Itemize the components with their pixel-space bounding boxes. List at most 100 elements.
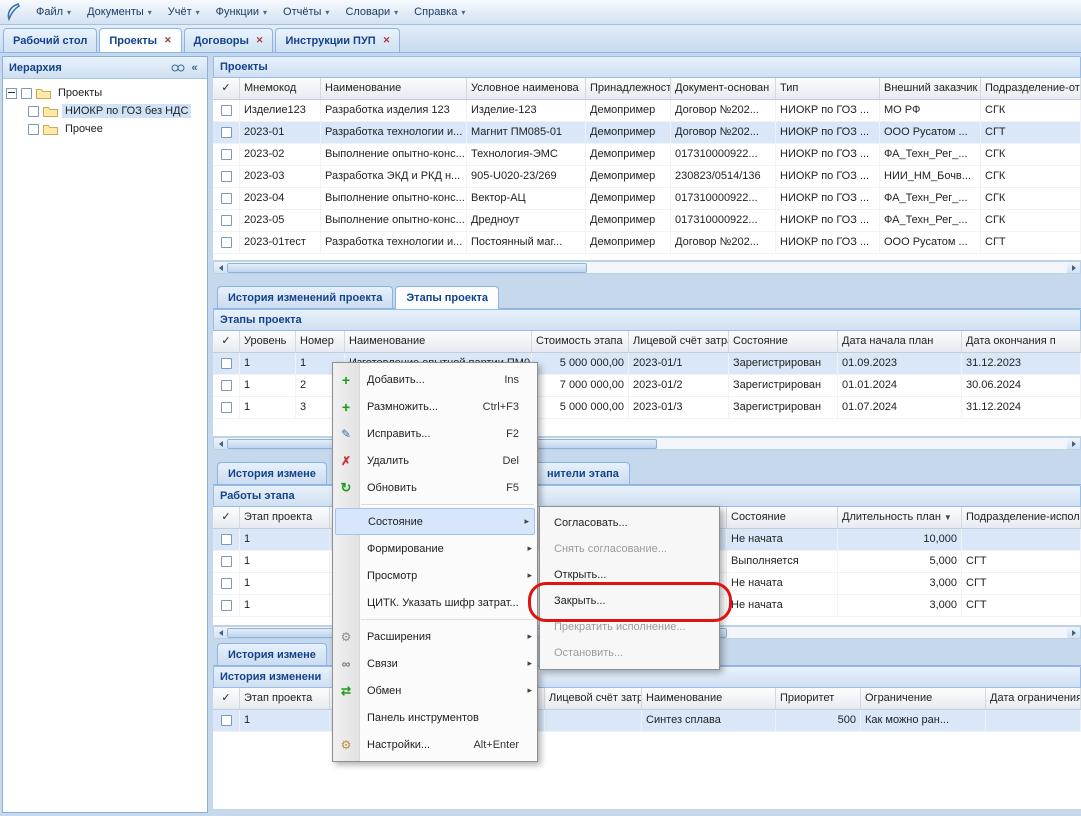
tree-node-niokr[interactable]: НИОКР по ГОЗ без НДС	[6, 102, 204, 120]
menu-item-extensions[interactable]: Расширения▸	[333, 623, 537, 650]
row-checkbox[interactable]	[221, 193, 232, 204]
menu-item-citk-cost-code[interactable]: ЦИТК. Указать шифр затрат...	[333, 589, 537, 616]
row-checkbox[interactable]	[221, 556, 232, 567]
table-row[interactable]: 2023-03Разработка ЭКД и РКД н...905-U020…	[213, 166, 1081, 188]
tab-desktop[interactable]: Рабочий стол	[3, 28, 97, 52]
collapse-panel-icon[interactable]: «	[186, 60, 203, 76]
menu-item-formation[interactable]: Формирование▸	[333, 535, 537, 562]
tab-stage-performers-partial[interactable]: нители этапа	[537, 462, 630, 484]
menu-functions[interactable]: Функции▾	[208, 2, 275, 22]
column-header[interactable]: Этап проекта	[240, 688, 330, 709]
scrollbar-thumb[interactable]	[227, 263, 587, 273]
column-header[interactable]: Подразделение-от	[981, 78, 1081, 99]
menu-item-refresh[interactable]: ОбновитьF5	[333, 474, 537, 501]
row-checkbox[interactable]	[221, 127, 232, 138]
column-header[interactable]: Номер	[296, 331, 345, 352]
submenu-item-approve[interactable]: Согласовать...	[540, 510, 719, 536]
row-checkbox[interactable]	[221, 237, 232, 248]
tab-project-stages[interactable]: Этапы проекта	[395, 286, 499, 309]
menu-item-links[interactable]: Связи▸	[333, 650, 537, 677]
tab-project-history[interactable]: История изменений проекта	[217, 286, 393, 308]
projects-horizontal-scrollbar[interactable]	[213, 261, 1081, 274]
column-header[interactable]: Ограничение	[861, 688, 986, 709]
table-row[interactable]: 2023-04Выполнение опытно-конс...Вектор-А…	[213, 188, 1081, 210]
tree-checkbox[interactable]	[28, 106, 39, 117]
tree-node-projects[interactable]: Проекты	[6, 84, 204, 102]
column-header[interactable]: Уровень	[240, 331, 296, 352]
tab-stage-history[interactable]: История измене	[217, 462, 327, 484]
row-checkbox[interactable]	[221, 171, 232, 182]
submenu-item-open[interactable]: Открыть...	[540, 562, 719, 588]
tree-checkbox[interactable]	[21, 88, 32, 99]
row-checkbox[interactable]	[221, 105, 232, 116]
row-checkbox[interactable]	[221, 215, 232, 226]
collapse-expander-icon[interactable]	[6, 88, 17, 99]
column-header[interactable]: Дата ограничения	[986, 688, 1081, 709]
column-header[interactable]: Дата начала план	[838, 331, 962, 352]
menu-item-state[interactable]: Состояние▸	[335, 508, 535, 535]
menu-dictionaries[interactable]: Словари▾	[337, 2, 406, 22]
row-checkbox[interactable]	[221, 534, 232, 545]
menu-item-settings[interactable]: Настройки...Alt+Enter	[333, 731, 537, 758]
column-header[interactable]: Состояние	[729, 331, 838, 352]
table-row-selected[interactable]: 2023-01Разработка технологии и...Магнит …	[213, 122, 1081, 144]
column-header[interactable]: Наименование	[321, 78, 467, 99]
column-header[interactable]: Подразделение-исполн	[962, 507, 1081, 528]
table-row[interactable]: 2023-05Выполнение опытно-конс...Дредноут…	[213, 210, 1081, 232]
column-header[interactable]: Стоимость этапа	[532, 331, 629, 352]
column-header[interactable]: Этап проекта	[240, 507, 330, 528]
scroll-left-icon[interactable]	[214, 438, 227, 449]
menu-item-view[interactable]: Просмотр▸	[333, 562, 537, 589]
row-checkbox[interactable]	[221, 358, 232, 369]
tab-projects[interactable]: Проекты✕	[99, 28, 181, 52]
table-row[interactable]: 2023-02Выполнение опытно-конс...Технолог…	[213, 144, 1081, 166]
tab-contracts[interactable]: Договоры✕	[184, 28, 274, 52]
column-header-sorted[interactable]: Длительность план▼	[838, 507, 962, 528]
scroll-left-icon[interactable]	[214, 627, 227, 638]
select-all-header[interactable]: ✓	[213, 78, 240, 99]
select-all-header[interactable]: ✓	[213, 507, 240, 528]
tree-node-other[interactable]: Прочее	[6, 120, 204, 138]
row-checkbox[interactable]	[221, 578, 232, 589]
scroll-right-icon[interactable]	[1067, 627, 1080, 638]
row-checkbox[interactable]	[221, 715, 232, 726]
search-icon[interactable]	[169, 60, 186, 76]
row-checkbox[interactable]	[221, 402, 232, 413]
column-header[interactable]: Лицевой счёт затр	[545, 688, 642, 709]
menu-item-add[interactable]: Добавить...Ins	[333, 366, 537, 393]
close-tab-icon[interactable]: ✕	[164, 35, 172, 46]
scroll-left-icon[interactable]	[214, 262, 227, 273]
close-tab-icon[interactable]: ✕	[256, 35, 264, 46]
menu-reports[interactable]: Отчёты▾	[275, 2, 337, 22]
column-header[interactable]: Принадлежность	[586, 78, 671, 99]
column-header[interactable]: Наименование	[642, 688, 776, 709]
submenu-item-close[interactable]: Закрыть...	[540, 588, 719, 614]
column-header[interactable]: Состояние	[727, 507, 838, 528]
menu-documents[interactable]: Документы▾	[79, 2, 160, 22]
menu-help[interactable]: Справка▾	[406, 2, 473, 22]
tree-checkbox[interactable]	[28, 124, 39, 135]
row-checkbox[interactable]	[221, 380, 232, 391]
column-header[interactable]: Дата окончания п	[962, 331, 1081, 352]
menu-item-exchange[interactable]: Обмен▸	[333, 677, 537, 704]
column-header[interactable]: Наименование	[345, 331, 532, 352]
table-row[interactable]: 2023-01тестРазработка технологии и...Пос…	[213, 232, 1081, 254]
close-tab-icon[interactable]: ✕	[383, 35, 391, 46]
menu-item-clone[interactable]: Размножить...Ctrl+F3	[333, 393, 537, 420]
menu-file[interactable]: Файл▾	[28, 2, 79, 22]
row-checkbox[interactable]	[221, 149, 232, 160]
column-header[interactable]: Внешний заказчик	[880, 78, 981, 99]
table-row[interactable]: Изделие123Разработка изделия 123Изделие-…	[213, 100, 1081, 122]
menu-accounting[interactable]: Учёт▾	[160, 2, 208, 22]
select-all-header[interactable]: ✓	[213, 688, 240, 709]
menu-item-edit[interactable]: Исправить...F2	[333, 420, 537, 447]
select-all-header[interactable]: ✓	[213, 331, 240, 352]
menu-item-delete[interactable]: УдалитьDel	[333, 447, 537, 474]
tab-work-history[interactable]: История измене	[217, 643, 327, 665]
column-header[interactable]: Документ-основан	[671, 78, 776, 99]
column-header[interactable]: Мнемокод	[240, 78, 321, 99]
column-header[interactable]: Лицевой счёт затрат	[629, 331, 729, 352]
scroll-right-icon[interactable]	[1067, 262, 1080, 273]
scroll-right-icon[interactable]	[1067, 438, 1080, 449]
menu-item-toolbar[interactable]: Панель инструментов	[333, 704, 537, 731]
